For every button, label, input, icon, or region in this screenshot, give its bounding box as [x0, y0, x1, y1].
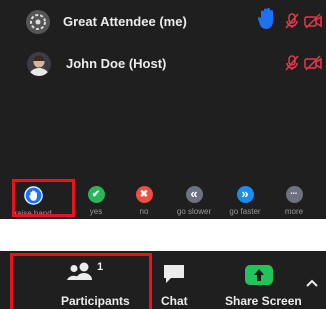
mic-muted-icon	[284, 12, 300, 30]
share-screen-label: Share Screen	[225, 294, 302, 308]
participant-name: Great Attendee (me)	[63, 14, 187, 29]
x-icon: ✖	[135, 186, 153, 203]
chat-icon	[162, 263, 186, 290]
video-off-icon	[304, 12, 322, 30]
reaction-label: no	[139, 207, 149, 216]
highlight-box-raise-hand	[12, 179, 75, 217]
chat-label: Chat	[161, 294, 188, 308]
mic-muted-icon	[284, 54, 300, 72]
reaction-label: yes	[89, 207, 103, 216]
rewind-icon: «	[185, 186, 203, 203]
reaction-label: go faster	[229, 207, 261, 216]
video-off-icon	[304, 54, 322, 72]
highlight-box-participants	[10, 253, 152, 309]
raised-hand-icon	[257, 7, 277, 31]
participants-panel: Great Attendee (me) John Doe (Host) rais…	[0, 0, 326, 219]
chevron-up-icon[interactable]	[305, 275, 319, 293]
reaction-label: go slower	[176, 207, 212, 216]
avatar-icon	[26, 10, 50, 34]
participant-row-host[interactable]: John Doe (Host)	[0, 46, 326, 82]
go-slower-button[interactable]: « go slower	[171, 186, 217, 216]
more-reactions-button[interactable]: ••• more	[271, 186, 317, 216]
check-icon: ✔	[87, 186, 105, 203]
participant-name: John Doe (Host)	[66, 56, 167, 71]
share-screen-icon	[245, 265, 273, 285]
yes-button[interactable]: ✔ yes	[73, 186, 119, 216]
ellipsis-icon: •••	[285, 186, 303, 203]
chat-button[interactable]: Chat	[152, 251, 200, 309]
no-button[interactable]: ✖ no	[121, 186, 167, 216]
avatar-icon	[27, 52, 51, 76]
share-screen-button[interactable]: Share Screen	[218, 251, 302, 309]
go-faster-button[interactable]: » go faster	[222, 186, 268, 216]
fast-forward-icon: »	[236, 186, 254, 203]
participant-row-me[interactable]: Great Attendee (me)	[0, 4, 326, 40]
reaction-label: more	[284, 207, 304, 216]
